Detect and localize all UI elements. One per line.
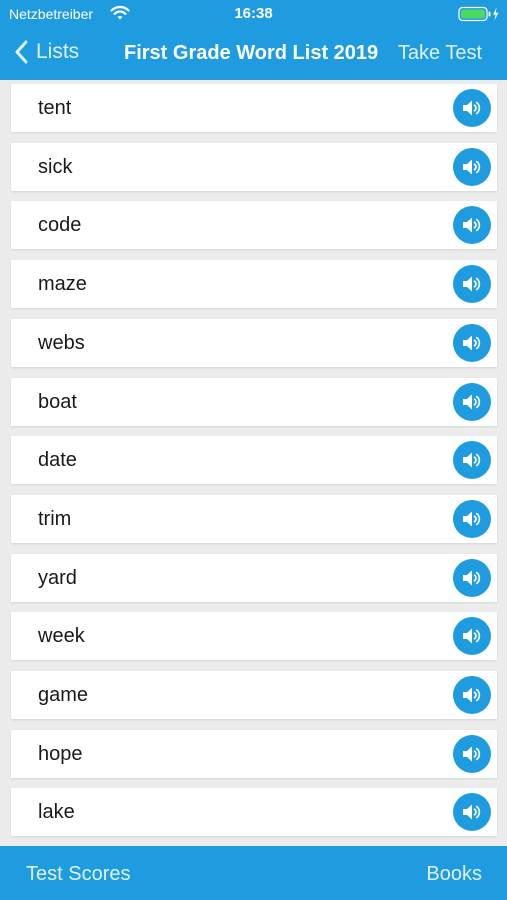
back-button[interactable]: Lists bbox=[14, 39, 79, 65]
speaker-icon bbox=[462, 451, 482, 469]
word-label: trim bbox=[38, 508, 72, 530]
list-item[interactable]: webs bbox=[11, 319, 497, 367]
play-audio-button[interactable] bbox=[453, 383, 491, 421]
word-label: maze bbox=[38, 273, 87, 295]
play-audio-button[interactable] bbox=[453, 148, 491, 186]
list-item[interactable]: trim bbox=[11, 495, 497, 543]
play-audio-button[interactable] bbox=[453, 441, 491, 479]
list-item[interactable]: game bbox=[11, 671, 497, 719]
word-label: hope bbox=[38, 743, 83, 765]
word-label: game bbox=[38, 684, 89, 706]
chevron-left-icon bbox=[14, 40, 28, 64]
play-audio-button[interactable] bbox=[453, 265, 491, 303]
play-audio-button[interactable] bbox=[453, 500, 491, 538]
word-label: lake bbox=[38, 801, 75, 823]
test-scores-button[interactable]: Test Scores bbox=[26, 861, 130, 887]
status-bar: Netzbetreiber 16:38 bbox=[0, 0, 507, 28]
word-label: week bbox=[38, 625, 85, 647]
speaker-icon bbox=[462, 627, 482, 645]
speaker-icon bbox=[462, 275, 482, 293]
navigation-bar: Lists First Grade Word List 2019 Take Te… bbox=[0, 28, 507, 80]
word-label: sick bbox=[38, 156, 73, 178]
speaker-icon bbox=[462, 393, 482, 411]
list-item[interactable]: hope bbox=[11, 730, 497, 778]
list-item[interactable]: tent bbox=[11, 84, 497, 132]
word-list: tent sick code maze webs boat date trim yard week… bbox=[0, 84, 507, 844]
list-item[interactable]: week bbox=[11, 612, 497, 660]
word-label: code bbox=[38, 214, 82, 236]
word-label: tent bbox=[38, 97, 72, 119]
status-time: 16:38 bbox=[234, 5, 273, 22]
list-item[interactable]: maze bbox=[11, 260, 497, 308]
word-label: yard bbox=[38, 567, 77, 589]
battery-charging-icon bbox=[458, 6, 500, 22]
speaker-icon bbox=[462, 686, 482, 704]
play-audio-button[interactable] bbox=[453, 324, 491, 362]
play-audio-button[interactable] bbox=[453, 793, 491, 831]
play-audio-button[interactable] bbox=[453, 89, 491, 127]
speaker-icon bbox=[462, 569, 482, 587]
word-label: date bbox=[38, 449, 77, 471]
page-title: First Grade Word List 2019 bbox=[124, 42, 379, 64]
speaker-icon bbox=[462, 803, 482, 821]
speaker-icon bbox=[462, 99, 482, 117]
word-label: webs bbox=[38, 332, 85, 354]
list-item[interactable]: lake bbox=[11, 788, 497, 836]
speaker-icon bbox=[462, 216, 482, 234]
list-item[interactable]: code bbox=[11, 201, 497, 249]
play-audio-button[interactable] bbox=[453, 559, 491, 597]
take-test-button[interactable]: Take Test bbox=[398, 40, 482, 66]
list-item[interactable]: boat bbox=[11, 378, 497, 426]
speaker-icon bbox=[462, 510, 482, 528]
speaker-icon bbox=[462, 334, 482, 352]
top-bar: Netzbetreiber 16:38 Lists First Grade Wo… bbox=[0, 0, 507, 80]
bottom-toolbar: Test Scores Books bbox=[0, 846, 507, 900]
speaker-icon bbox=[462, 745, 482, 763]
list-item[interactable]: sick bbox=[11, 143, 497, 191]
speaker-icon bbox=[462, 158, 482, 176]
play-audio-button[interactable] bbox=[453, 735, 491, 773]
books-button[interactable]: Books bbox=[426, 861, 482, 887]
play-audio-button[interactable] bbox=[453, 206, 491, 244]
word-label: boat bbox=[38, 391, 77, 413]
list-item[interactable]: yard bbox=[11, 554, 497, 602]
list-item[interactable]: date bbox=[11, 436, 497, 484]
back-label: Lists bbox=[36, 40, 80, 63]
play-audio-button[interactable] bbox=[453, 617, 491, 655]
play-audio-button[interactable] bbox=[453, 676, 491, 714]
